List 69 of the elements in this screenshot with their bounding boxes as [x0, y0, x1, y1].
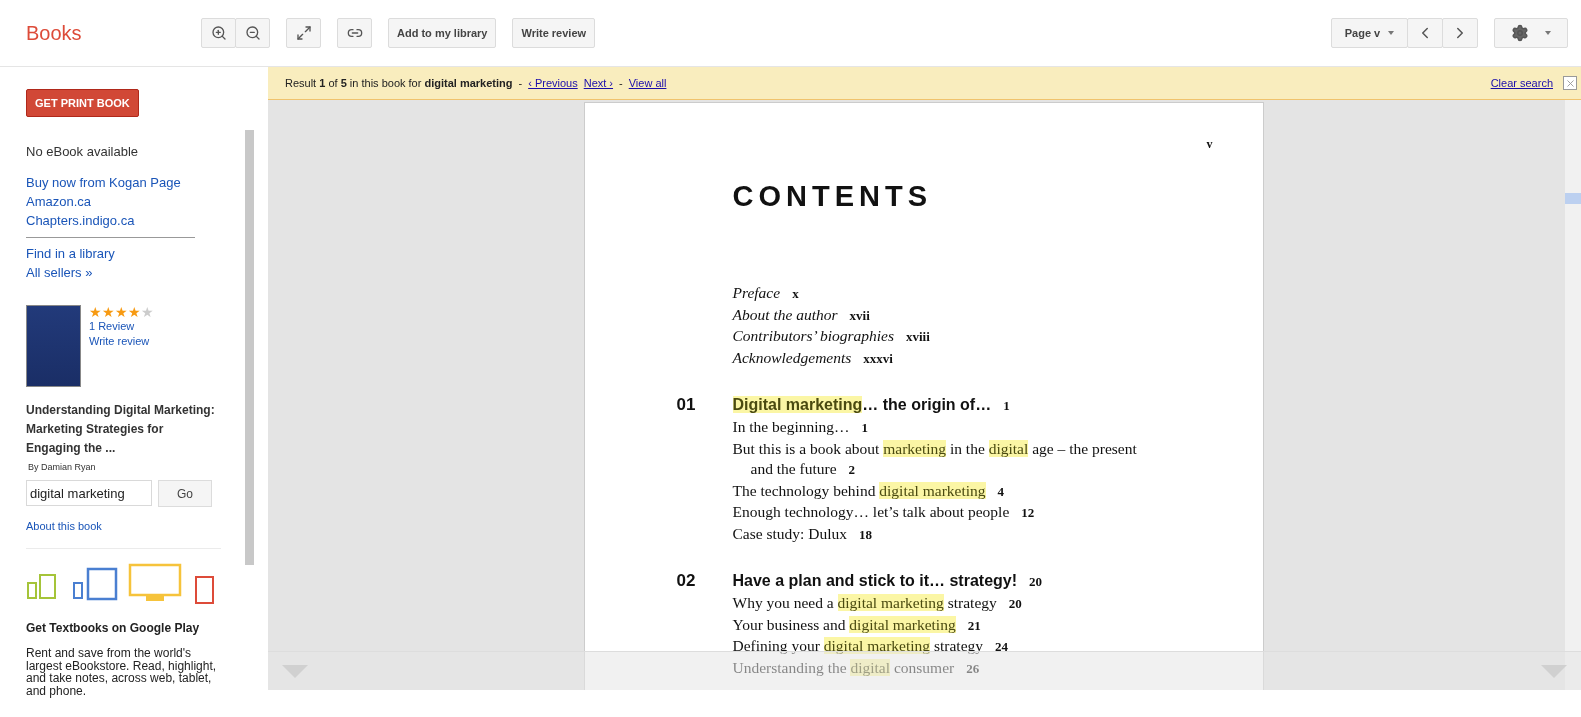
- zoom-out-icon: [244, 25, 261, 41]
- star-icon: ★: [115, 305, 128, 319]
- toolbar-button[interactable]: Write review: [512, 18, 596, 48]
- seller-link[interactable]: All sellers »: [26, 263, 93, 282]
- settings-button[interactable]: [1494, 18, 1568, 48]
- contents-entry: About the author xvii: [732, 304, 871, 325]
- go-button[interactable]: Go: [158, 480, 212, 507]
- contents-entry: But this is a book about marketing in the digital age – the present and the future 2: [732, 438, 1138, 479]
- settings-icon: [1511, 24, 1529, 42]
- expand-arrows-icon: [295, 25, 312, 41]
- star-icon: ★: [128, 305, 141, 319]
- separator-text: -: [619, 77, 623, 89]
- seller-link[interactable]: Amazon.ca: [26, 192, 92, 211]
- chapter-title: Digital marketing… the origin of… 1: [732, 395, 1011, 415]
- contents-entry: Enough technology… let’s talk about people 12: [732, 502, 1036, 522]
- next-page-button[interactable]: [1442, 18, 1478, 48]
- promo-text: Rent and save from the world's largest eBookstore. Read, highlight, and take notes, across web, tablet, and phone.: [26, 647, 218, 697]
- contents-entry: Why you need a digital marketing strategy 20: [732, 593, 1023, 613]
- search-field[interactable]: digital marketing: [26, 480, 152, 506]
- caret-icon: [1388, 31, 1395, 35]
- seller-link[interactable]: Buy now from Kogan Page: [26, 173, 181, 192]
- get-print-book-button[interactable]: GET PRINT BOOK: [26, 89, 139, 117]
- search-result-text: Result 1 of 5 in this book for digital marketing: [285, 77, 513, 89]
- page-number: v: [1205, 137, 1213, 152]
- book-cover-placeholder[interactable]: [26, 305, 81, 387]
- previous-page-button[interactable]: [1407, 18, 1443, 48]
- next-link[interactable]: Next ›: [583, 77, 614, 89]
- about-book-link[interactable]: About this book: [26, 517, 102, 536]
- close-icon: [1564, 77, 1576, 89]
- contents-heading: CONTENTS: [732, 180, 933, 213]
- promo-title: Get Textbooks on Google Play: [26, 621, 200, 635]
- write-review-link[interactable]: Write review: [89, 334, 150, 349]
- contents-entry: The technology behind digital marketing 4: [732, 480, 1006, 501]
- zoom-in-button[interactable]: [201, 18, 236, 48]
- separator-text: -: [518, 77, 523, 89]
- book-author: By Damian Ryan: [28, 462, 96, 472]
- toolbar-button[interactable]: Add to my library: [388, 18, 497, 48]
- contents-entry: Understanding the digital consumer 26: [732, 657, 981, 678]
- star-icon: ★: [141, 305, 154, 319]
- contents-entry: Contributors’ biographies xviii: [732, 326, 931, 346]
- caret-icon: [1545, 31, 1551, 35]
- chapter-title: Have a plan and stick to it… strategy! 20: [732, 571, 1044, 591]
- previous-link[interactable]: ‹ Previous: [528, 77, 578, 89]
- zoom-out-button[interactable]: [235, 18, 270, 48]
- contents-entry: Acknowledgements xxxvi: [732, 347, 894, 368]
- reviews-link[interactable]: 1 Review: [89, 319, 135, 334]
- chapter-number: 01: [676, 394, 697, 416]
- contents-entry: Preface x: [732, 283, 800, 303]
- link-button[interactable]: [337, 18, 372, 48]
- contents-entry: Case study: Dulux 18: [732, 523, 874, 544]
- page-menu-button[interactable]: Page v: [1331, 18, 1408, 48]
- scrollbar[interactable]: [1565, 100, 1581, 690]
- view-all-link[interactable]: View all: [628, 77, 667, 89]
- seller-link[interactable]: Find in a library: [26, 244, 115, 263]
- star-icon: ★: [102, 305, 115, 319]
- book-title: Understanding Digital Marketing: Marketing Strategies for Engaging the ...: [26, 402, 216, 457]
- contents-entry: In the beginning… 1: [732, 417, 870, 437]
- star-icon: ★: [89, 305, 102, 319]
- contents-entry: Defining your digital marketing strategy 24: [732, 636, 1010, 656]
- seller-link[interactable]: Chapters.indigo.ca: [26, 211, 135, 230]
- books-logo[interactable]: Books: [26, 21, 201, 45]
- chapter-number: 02: [676, 570, 697, 592]
- ebook-status: No eBook available: [26, 144, 139, 159]
- zoom-in-icon: [210, 25, 227, 41]
- close-button[interactable]: [1563, 76, 1577, 90]
- clear-search-link[interactable]: Clear search: [1490, 77, 1553, 89]
- fullscreen-button[interactable]: [286, 18, 321, 48]
- contents-entry: Your business and digital marketing 21: [732, 614, 982, 635]
- scrollbar[interactable]: [245, 130, 254, 565]
